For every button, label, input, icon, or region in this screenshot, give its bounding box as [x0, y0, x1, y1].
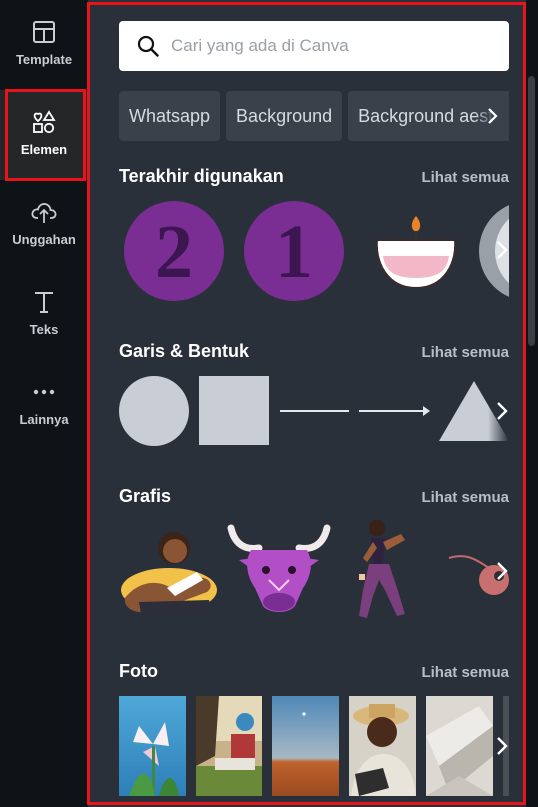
- section-title-recent: Terakhir digunakan: [119, 166, 284, 186]
- recent-items-graphics: 2 1: [124, 201, 509, 301]
- shape-arrow-line[interactable]: [359, 406, 430, 416]
- shapes-next-button[interactable]: [490, 396, 514, 426]
- see-all-link-photos[interactable]: Lihat semua: [421, 664, 509, 681]
- graphic-bull-illustration[interactable]: [227, 524, 331, 612]
- photo-desert-sky[interactable]: [272, 696, 339, 796]
- shapes-row: [119, 375, 509, 447]
- shape-square[interactable]: [199, 376, 269, 445]
- nav-label: Elemen: [20, 142, 68, 157]
- search-icon: [137, 35, 159, 57]
- graphics-row: [119, 518, 509, 622]
- chip-whatsapp[interactable]: Whatsapp: [119, 91, 221, 141]
- chevron-right-icon: [497, 402, 508, 420]
- photo-family-garden[interactable]: [196, 696, 262, 796]
- shapes-graphics: [119, 376, 509, 446]
- graphics-next-button[interactable]: [490, 556, 514, 586]
- recent-item-candle[interactable]: [375, 216, 457, 290]
- chevron-right-icon: [497, 241, 508, 259]
- see-all-link-shapes[interactable]: Lihat semua: [421, 344, 509, 361]
- photo-lily-flower[interactable]: [119, 696, 186, 796]
- panel-scrollbar[interactable]: [528, 76, 535, 346]
- section-title-graphics: Grafis: [119, 486, 172, 506]
- nav-item-lainnya[interactable]: Lainnya: [0, 360, 88, 450]
- canva-editor: Template Elemen Unggahan Teks Lainnya Ca…: [0, 0, 538, 807]
- recent-item-1-text: 1: [275, 210, 313, 294]
- nav-item-unggahan[interactable]: Unggahan: [0, 180, 88, 270]
- keyword-chips: WhatsappBackgroundBackground aesthetic: [119, 91, 509, 141]
- upload-cloud-icon: [31, 203, 57, 223]
- text-icon: [35, 292, 53, 313]
- section-title-photos: Foto: [119, 661, 158, 681]
- side-navigation: Template Elemen Unggahan Teks Lainnya: [0, 0, 88, 807]
- recent-item-2-text: 2: [155, 210, 193, 294]
- nav-label: Unggahan: [12, 232, 76, 247]
- recent-item-number-2[interactable]: 2: [124, 201, 224, 301]
- nav-label: Template: [15, 52, 73, 67]
- see-all-link-recent[interactable]: Lihat semua: [421, 169, 509, 186]
- photo-abstract-light[interactable]: [426, 696, 493, 796]
- recent-next-button[interactable]: [490, 235, 514, 265]
- nav-label: Teks: [29, 322, 59, 337]
- graphic-man-illustration[interactable]: [121, 532, 217, 614]
- section-title-shapes: Garis & Bentuk: [119, 341, 250, 361]
- shape-circle[interactable]: [119, 376, 189, 446]
- photos-thumbnails: [119, 696, 509, 796]
- elements-icon: [33, 110, 56, 134]
- chevron-right-icon: [497, 562, 508, 580]
- template-icon: [33, 21, 55, 43]
- graphic-woman-illustration[interactable]: [359, 520, 405, 618]
- chevron-right-icon: [488, 108, 498, 124]
- recent-items-row: 2 1: [119, 200, 509, 302]
- photos-row: [119, 696, 509, 796]
- nav-label: Lainnya: [19, 412, 69, 427]
- photo-smiling-man[interactable]: [349, 696, 416, 796]
- chevron-right-icon: [497, 737, 508, 755]
- nav-item-template[interactable]: Template: [0, 0, 88, 90]
- nav-item-elemen[interactable]: Elemen: [0, 90, 88, 180]
- photos-next-button[interactable]: [490, 731, 514, 761]
- more-dots-icon: [33, 389, 55, 395]
- search-box[interactable]: [119, 21, 509, 71]
- search-input[interactable]: [171, 36, 491, 56]
- nav-item-teks[interactable]: Teks: [0, 270, 88, 360]
- recent-item-number-1[interactable]: 1: [244, 201, 344, 301]
- see-all-link-graphics[interactable]: Lihat semua: [421, 489, 509, 506]
- elements-panel: WhatsappBackgroundBackground aesthetic T…: [88, 0, 526, 807]
- chip-background[interactable]: Background: [226, 91, 343, 141]
- graphics-illustrations: [121, 520, 509, 618]
- chips-next-button[interactable]: [475, 91, 509, 141]
